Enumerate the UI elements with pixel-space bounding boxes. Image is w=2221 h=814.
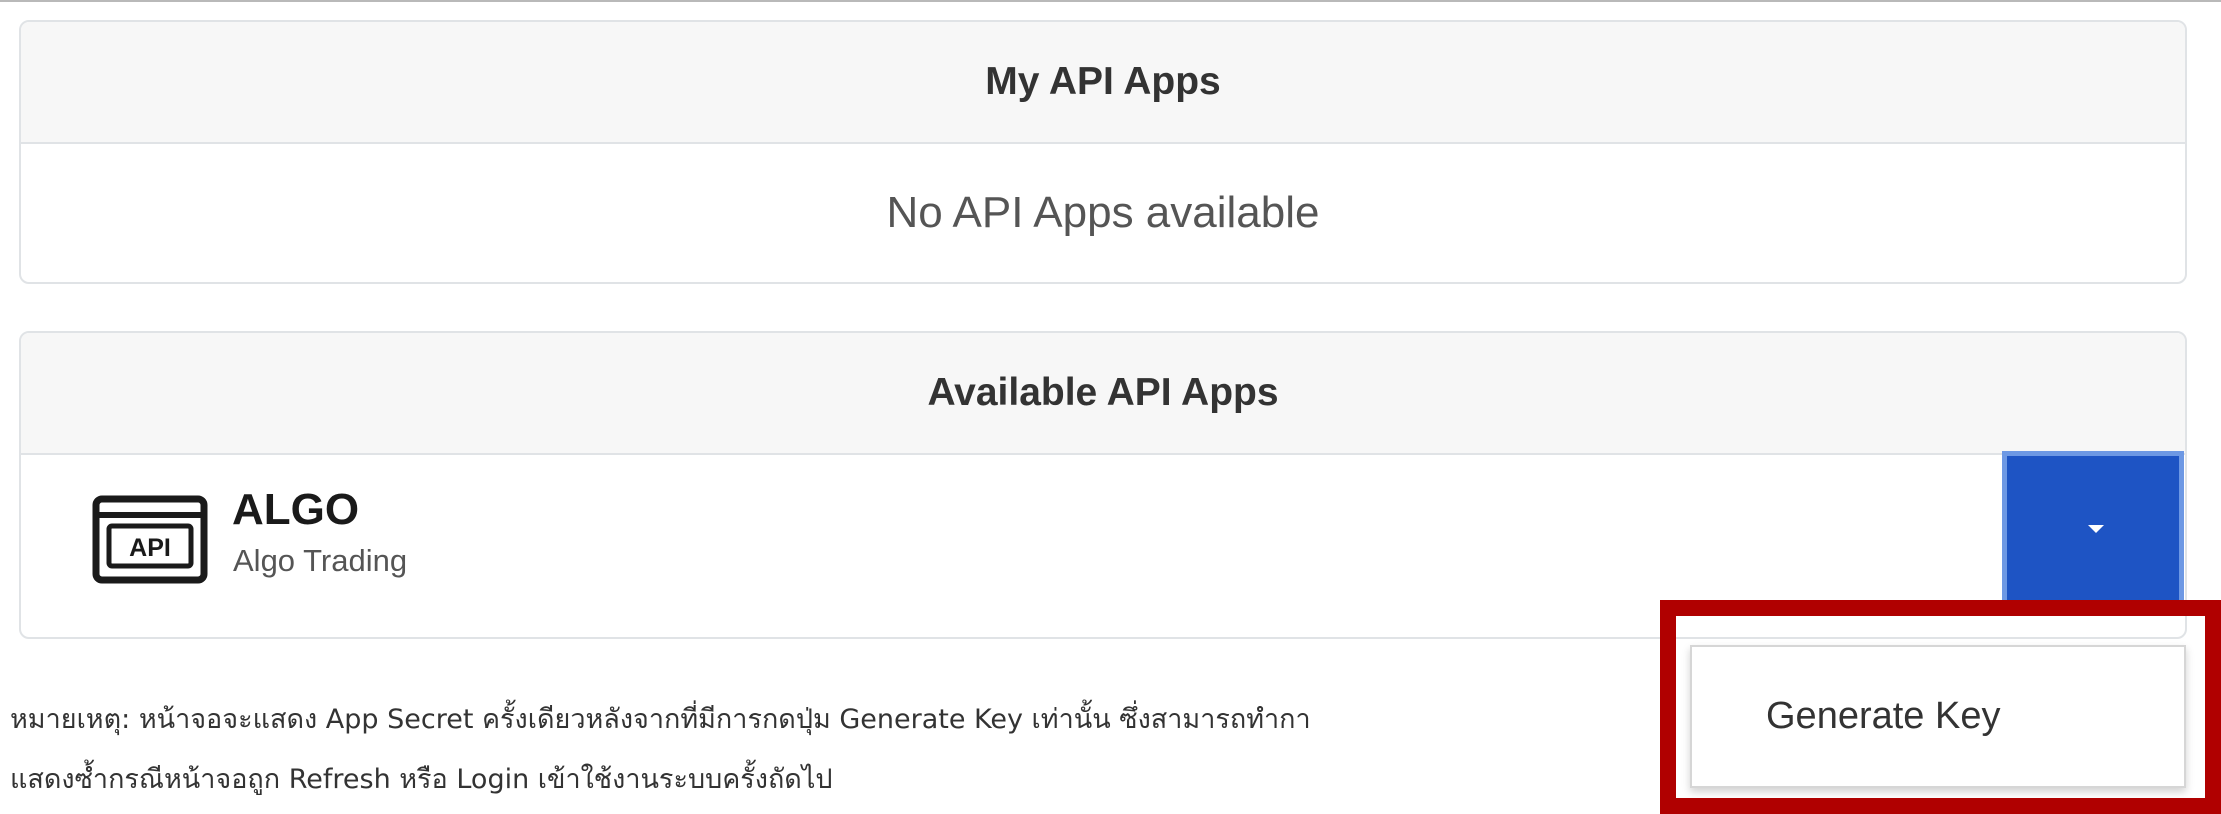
app-actions-dropdown-menu: Generate Key (1690, 645, 2186, 788)
my-api-apps-header: My API Apps (21, 22, 2185, 144)
available-api-apps-card: Available API Apps API ALGO Algo Trading (19, 331, 2187, 639)
my-api-apps-empty-message: No API Apps available (886, 188, 1320, 237)
caret-down-icon (2088, 525, 2104, 533)
top-divider (0, 0, 2221, 2)
app-name: ALGO (232, 485, 360, 534)
app-actions-dropdown-button[interactable] (2002, 451, 2184, 609)
api-app-row-algo: API ALGO Algo Trading (21, 455, 2185, 637)
note-line-1: หมายเหตุ: หน้าจอจะแสดง App Secret ครั้งเ… (10, 704, 1311, 735)
app-description: Algo Trading (233, 543, 408, 578)
api-icon-label: API (129, 534, 171, 562)
my-api-apps-card: My API Apps No API Apps available (19, 20, 2187, 284)
app-secret-note: หมายเหตุ: หน้าจอจะแสดง App Secret ครั้งเ… (10, 690, 1660, 810)
available-api-apps-header: Available API Apps (21, 333, 2185, 455)
api-window-icon: API (92, 495, 208, 584)
note-line-2: แสดงซ้ำกรณีหน้าจอถูก Refresh หรือ Login … (10, 764, 833, 795)
generate-key-menu-item[interactable]: Generate Key (1692, 647, 2184, 786)
